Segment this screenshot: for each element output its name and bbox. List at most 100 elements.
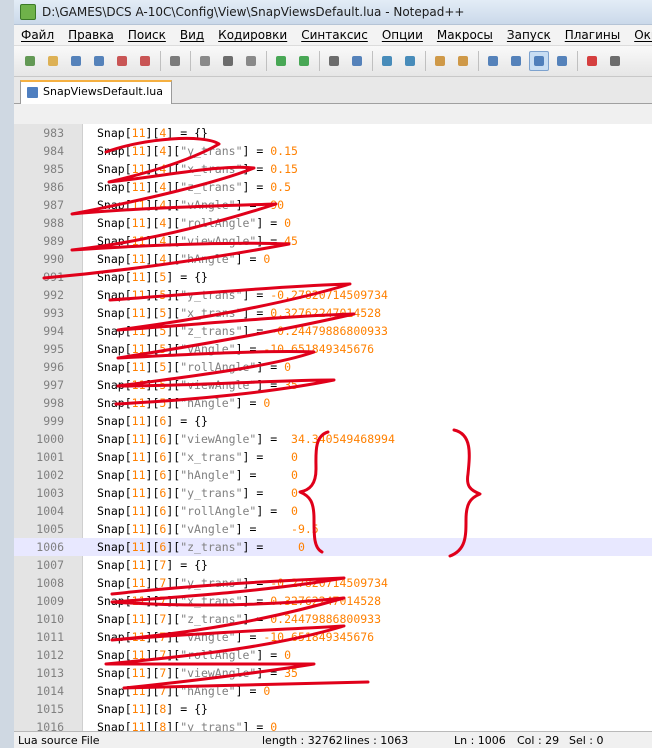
- code-line[interactable]: 991 Snap[11][5] = {}: [14, 268, 652, 286]
- replace-icon[interactable]: [347, 51, 367, 71]
- close-all-icon[interactable]: [135, 51, 155, 71]
- code-line[interactable]: 999 Snap[11][6] = {}: [14, 412, 652, 430]
- toolbar-separator: [372, 51, 373, 71]
- code-line[interactable]: 1001 Snap[11][6]["x_trans"] = 0: [14, 448, 652, 466]
- code-line[interactable]: 995 Snap[11][5]["vAngle"] = -10.651849345…: [14, 340, 652, 358]
- line-text: Snap[11][5]["x_trans"] = 0.3276224701452…: [97, 306, 382, 320]
- code-line[interactable]: 1006 Snap[11][6]["z_trans"] = 0: [14, 538, 652, 556]
- line-text: Snap[11][4]["vAngle"] = -90: [97, 198, 285, 212]
- code-editor[interactable]: 983 Snap[11][4] = {} 984 Snap[11][4]["y_tra…: [14, 124, 652, 731]
- menu-item-9[interactable]: Плагины: [558, 28, 627, 42]
- find-icon[interactable]: [324, 51, 344, 71]
- status-ln: Ln : 1006: [454, 734, 506, 747]
- code-line[interactable]: 994 Snap[11][5]["z_trans"] = -0.244798868…: [14, 322, 652, 340]
- line-text: Snap[11][4] = {}: [97, 126, 208, 140]
- undo-icon[interactable]: [271, 51, 291, 71]
- line-number: 995: [43, 342, 64, 356]
- line-number: 1001: [36, 450, 64, 464]
- cut-icon[interactable]: [195, 51, 215, 71]
- code-line[interactable]: 987 Snap[11][4]["vAngle"] = -90: [14, 196, 652, 214]
- sync-v-icon[interactable]: [430, 51, 450, 71]
- line-text: Snap[11][7]["hAngle"] = 0: [97, 684, 271, 698]
- code-line[interactable]: 1007 Snap[11][7] = {}: [14, 556, 652, 574]
- code-line[interactable]: 985 Snap[11][4]["x_trans"] = 0.15: [14, 160, 652, 178]
- code-line[interactable]: 996 Snap[11][5]["rollAngle"] = 0: [14, 358, 652, 376]
- menu-item-8[interactable]: Запуск: [500, 28, 558, 42]
- code-line[interactable]: 997 Snap[11][5]["viewAngle"] = 35: [14, 376, 652, 394]
- line-number: 1014: [36, 684, 64, 698]
- status-lines: lines : 1063: [344, 734, 409, 747]
- notepadpp-app-icon: [20, 4, 36, 20]
- zoom-out-icon[interactable]: [400, 51, 420, 71]
- code-line[interactable]: 1014 Snap[11][7]["hAngle"] = 0: [14, 682, 652, 700]
- line-text: Snap[11][5]["rollAngle"] = 0: [97, 360, 292, 374]
- menu-item-7[interactable]: Макросы: [430, 28, 500, 42]
- toolbar-separator: [577, 51, 578, 71]
- record-macro-icon[interactable]: [582, 51, 602, 71]
- line-text: Snap[11][5] = {}: [97, 270, 208, 284]
- code-line[interactable]: 1015 Snap[11][8] = {}: [14, 700, 652, 718]
- code-line[interactable]: 1011 Snap[11][7]["vAngle"] = -10.65184934…: [14, 628, 652, 646]
- menu-bar: Файл Правка Поиск Вид Кодировки Синтаксис Опци…: [14, 25, 652, 46]
- line-text: Snap[11][7]["rollAngle"] = 0: [97, 648, 292, 662]
- save-icon[interactable]: [66, 51, 86, 71]
- line-text: Snap[11][7]["y_trans"] = -0.278207145097…: [97, 576, 388, 590]
- code-line[interactable]: 989 Snap[11][4]["viewAngle"] = 45: [14, 232, 652, 250]
- menu-item-0[interactable]: Файл: [14, 28, 61, 42]
- code-line[interactable]: 1009 Snap[11][7]["x_trans"] = 0.327622470…: [14, 592, 652, 610]
- stop-macro-icon[interactable]: [605, 51, 625, 71]
- code-line[interactable]: 1000 Snap[11][6]["viewAngle"] = 34.340549…: [14, 430, 652, 448]
- code-line[interactable]: 1008 Snap[11][7]["y_trans"] = -0.27820714…: [14, 574, 652, 592]
- menu-item-10[interactable]: Окна: [627, 28, 652, 42]
- code-lines: 983 Snap[11][4] = {} 984 Snap[11][4]["y_tra…: [14, 124, 652, 731]
- show-all-chars-icon[interactable]: [506, 51, 526, 71]
- line-text: Snap[11][6]["rollAngle"] = 0: [97, 504, 298, 518]
- sync-h-icon[interactable]: [453, 51, 473, 71]
- window-title: D:\GAMES\DCS A-10C\Config\View\SnapViews…: [42, 5, 465, 19]
- code-line[interactable]: 1013 Snap[11][7]["viewAngle"] = 35: [14, 664, 652, 682]
- code-line[interactable]: 983 Snap[11][4] = {}: [14, 124, 652, 142]
- code-line[interactable]: 993 Snap[11][5]["x_trans"] = 0.3276224701…: [14, 304, 652, 322]
- menu-item-1[interactable]: Правка: [61, 28, 121, 42]
- menu-item-3[interactable]: Вид: [173, 28, 211, 42]
- new-file-icon[interactable]: [20, 51, 40, 71]
- toolbar-separator: [160, 51, 161, 71]
- zoom-in-icon[interactable]: [377, 51, 397, 71]
- code-line[interactable]: 1004 Snap[11][6]["rollAngle"] = 0: [14, 502, 652, 520]
- close-icon[interactable]: [112, 51, 132, 71]
- code-line[interactable]: 1010 Snap[11][7]["z_trans"] = 0.244798868…: [14, 610, 652, 628]
- open-file-icon[interactable]: [43, 51, 63, 71]
- line-number: 1016: [36, 720, 64, 731]
- menu-item-5[interactable]: Синтаксис: [294, 28, 375, 42]
- paste-icon[interactable]: [241, 51, 261, 71]
- code-line[interactable]: 992 Snap[11][5]["y_trans"] = -0.278207145…: [14, 286, 652, 304]
- code-line[interactable]: 998 Snap[11][5]["hAngle"] = 0: [14, 394, 652, 412]
- redo-icon[interactable]: [294, 51, 314, 71]
- doc-map-icon[interactable]: [552, 51, 572, 71]
- code-line[interactable]: 1003 Snap[11][6]["y_trans"] = 0: [14, 484, 652, 502]
- code-line[interactable]: 984 Snap[11][4]["y_trans"] = 0.15: [14, 142, 652, 160]
- tab-snapviewsdefault[interactable]: SnapViewsDefault.lua: [20, 80, 172, 104]
- code-line[interactable]: 988 Snap[11][4]["rollAngle"] = 0: [14, 214, 652, 232]
- line-text: Snap[11][4]["y_trans"] = 0.15: [97, 144, 298, 158]
- indent-guide-icon[interactable]: [529, 51, 549, 71]
- code-line[interactable]: 990 Snap[11][4]["hAngle"] = 0: [14, 250, 652, 268]
- menu-item-4[interactable]: Кодировки: [211, 28, 294, 42]
- code-line[interactable]: 1012 Snap[11][7]["rollAngle"] = 0: [14, 646, 652, 664]
- code-line[interactable]: 1016 Snap[11][8]["y_trans"] = 0: [14, 718, 652, 731]
- copy-icon[interactable]: [218, 51, 238, 71]
- code-line[interactable]: 1005 Snap[11][6]["vAngle"] = -9.5: [14, 520, 652, 538]
- menu-item-2[interactable]: Поиск: [121, 28, 173, 42]
- status-length: length : 32762: [262, 734, 343, 747]
- code-line[interactable]: 986 Snap[11][4]["z_trans"] = 0.5: [14, 178, 652, 196]
- menu-item-6[interactable]: Опции: [375, 28, 430, 42]
- code-line[interactable]: 1002 Snap[11][6]["hAngle"] = 0: [14, 466, 652, 484]
- line-number: 985: [43, 162, 64, 176]
- save-all-icon[interactable]: [89, 51, 109, 71]
- word-wrap-icon[interactable]: [483, 51, 503, 71]
- line-text: Snap[11][7]["x_trans"] = 0.3276224701452…: [97, 594, 382, 608]
- print-icon[interactable]: [165, 51, 185, 71]
- line-number: 988: [43, 216, 64, 230]
- line-number: 1006: [36, 540, 64, 554]
- line-text: Snap[11][5]["viewAngle"] = 35: [97, 378, 298, 392]
